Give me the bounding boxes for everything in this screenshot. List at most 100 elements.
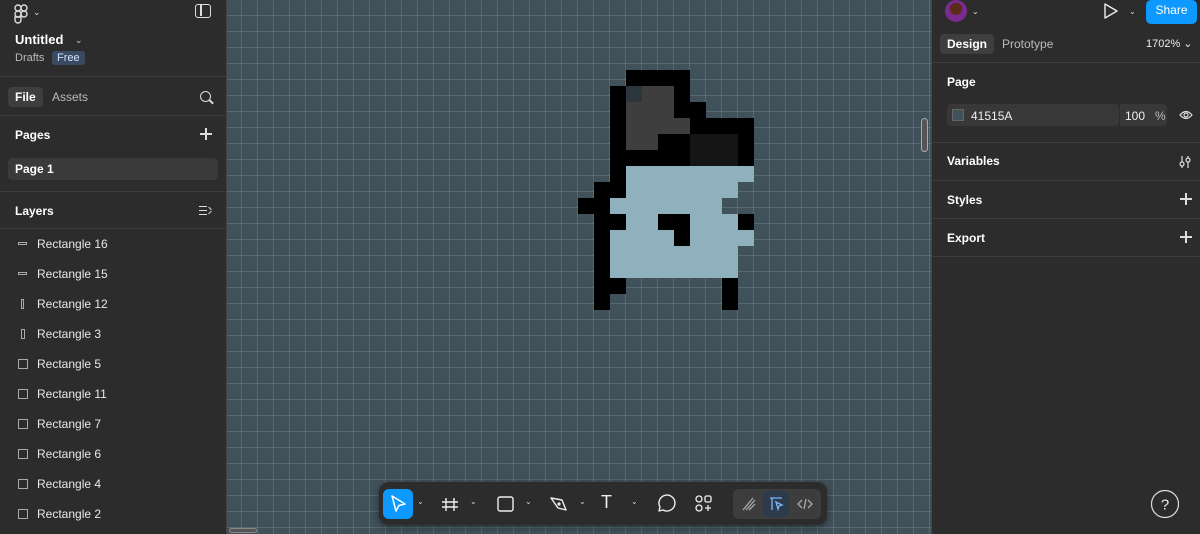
pixel-cell[interactable] xyxy=(642,214,658,230)
tab-assets[interactable]: Assets xyxy=(45,87,95,107)
pixel-cell[interactable] xyxy=(626,134,642,150)
pixel-cell[interactable] xyxy=(626,166,642,182)
pixel-cell[interactable] xyxy=(642,246,658,262)
tab-design[interactable]: Design xyxy=(940,34,995,54)
variables-adjust-icon[interactable] xyxy=(1178,155,1192,169)
pixel-cell[interactable] xyxy=(626,246,642,262)
frame-tool-icon[interactable] xyxy=(437,489,463,519)
pixel-cell[interactable] xyxy=(706,230,722,246)
pixel-cell[interactable] xyxy=(594,262,610,278)
text-tool-chevron-icon[interactable]: ⌄ xyxy=(631,497,638,506)
pixel-cell[interactable] xyxy=(738,230,754,246)
pixel-cell[interactable] xyxy=(690,118,706,134)
pixel-cell[interactable] xyxy=(658,246,674,262)
move-tool-button[interactable] xyxy=(383,489,413,519)
zoom-level[interactable]: 1702% ⌄ xyxy=(1146,37,1193,50)
page-item-page-1[interactable]: Page 1 xyxy=(8,158,218,180)
pixel-art-frame[interactable] xyxy=(227,0,931,534)
pixel-cell[interactable] xyxy=(658,214,674,230)
color-swatch[interactable] xyxy=(952,109,964,121)
pixel-cell[interactable] xyxy=(642,134,658,150)
pixel-cell[interactable] xyxy=(658,262,674,278)
tab-file[interactable]: File xyxy=(8,87,43,107)
pixel-cell[interactable] xyxy=(674,70,690,86)
pixel-cell[interactable] xyxy=(706,246,722,262)
pixel-cell[interactable] xyxy=(722,134,738,150)
pixel-cell[interactable] xyxy=(658,134,674,150)
layer-item[interactable]: Rectangle 4 xyxy=(0,469,227,499)
frame-tool-chevron-icon[interactable]: ⌄ xyxy=(470,497,477,506)
toggle-sidebar-icon[interactable] xyxy=(195,4,211,18)
pixel-cell[interactable] xyxy=(594,214,610,230)
pixel-cell[interactable] xyxy=(626,102,642,118)
pixel-cell[interactable] xyxy=(674,214,690,230)
pixel-cell[interactable] xyxy=(658,150,674,166)
pixel-cell[interactable] xyxy=(610,134,626,150)
pixel-cell[interactable] xyxy=(690,102,706,118)
pixel-cell[interactable] xyxy=(706,214,722,230)
pixel-cell[interactable] xyxy=(594,230,610,246)
pixel-cell[interactable] xyxy=(722,278,738,294)
pixel-cell[interactable] xyxy=(674,182,690,198)
pixel-cell[interactable] xyxy=(626,214,642,230)
layer-item[interactable]: Rectangle 5 xyxy=(0,349,227,379)
pixel-cell[interactable] xyxy=(674,262,690,278)
pixel-cell[interactable] xyxy=(690,134,706,150)
text-tool-icon[interactable]: T xyxy=(601,492,612,512)
pixel-cell[interactable] xyxy=(722,294,738,310)
present-chevron-icon[interactable]: ⌄ xyxy=(1129,7,1136,16)
layer-item[interactable]: Rectangle 11 xyxy=(0,379,227,409)
add-style-plus-icon[interactable] xyxy=(1180,193,1192,205)
pixel-cell[interactable] xyxy=(706,166,722,182)
pixel-cell[interactable] xyxy=(722,262,738,278)
pixel-cell[interactable] xyxy=(626,198,642,214)
shape-tool-chevron-icon[interactable]: ⌄ xyxy=(525,497,532,506)
actions-tool-icon[interactable] xyxy=(691,489,717,519)
avatar-chevron-icon[interactable]: ⌄ xyxy=(972,7,979,16)
search-icon[interactable] xyxy=(200,91,211,102)
present-play-icon[interactable] xyxy=(1102,1,1120,21)
pixel-cell[interactable] xyxy=(578,198,594,214)
pixel-cell[interactable] xyxy=(626,182,642,198)
pixel-cell[interactable] xyxy=(674,230,690,246)
pixel-cell[interactable] xyxy=(690,262,706,278)
pixel-cell[interactable] xyxy=(626,86,642,102)
pixel-cell[interactable] xyxy=(690,214,706,230)
color-hex-value[interactable]: 41515A xyxy=(971,109,1012,123)
pixel-cell[interactable] xyxy=(706,182,722,198)
pixel-cell[interactable] xyxy=(610,150,626,166)
layer-item[interactable]: Rectangle 2 xyxy=(0,499,227,529)
pixel-cell[interactable] xyxy=(690,230,706,246)
pixel-cell[interactable] xyxy=(658,118,674,134)
pixel-cell[interactable] xyxy=(642,198,658,214)
design-mode-button[interactable] xyxy=(763,491,789,517)
move-tool-chevron-icon[interactable]: ⌄ xyxy=(417,497,424,506)
add-page-plus-icon[interactable] xyxy=(200,128,212,140)
pixel-cell[interactable] xyxy=(610,118,626,134)
pixel-cell[interactable] xyxy=(738,214,754,230)
pen-tool-chevron-icon[interactable]: ⌄ xyxy=(579,497,586,506)
pixel-cell[interactable] xyxy=(674,166,690,182)
pixel-cell[interactable] xyxy=(642,150,658,166)
pixel-cell[interactable] xyxy=(658,230,674,246)
pixel-cell[interactable] xyxy=(722,214,738,230)
pixel-cell[interactable] xyxy=(674,102,690,118)
page-color-field[interactable]: 41515A xyxy=(947,104,1119,126)
pixel-cell[interactable] xyxy=(610,246,626,262)
pixel-cell[interactable] xyxy=(738,166,754,182)
pixel-cell[interactable] xyxy=(594,294,610,310)
pixel-cell[interactable] xyxy=(610,262,626,278)
pixel-cell[interactable] xyxy=(722,166,738,182)
pixel-cell[interactable] xyxy=(658,86,674,102)
pixel-cell[interactable] xyxy=(594,246,610,262)
pixel-cell[interactable] xyxy=(642,118,658,134)
pixel-cell[interactable] xyxy=(722,118,738,134)
file-location[interactable]: Drafts xyxy=(15,52,44,64)
file-title[interactable]: Untitled xyxy=(15,32,63,47)
pixel-cell[interactable] xyxy=(658,166,674,182)
pixel-cell[interactable] xyxy=(658,102,674,118)
layer-item[interactable]: Rectangle 6 xyxy=(0,439,227,469)
pixel-cell[interactable] xyxy=(642,230,658,246)
layer-item[interactable]: Rectangle 15 xyxy=(0,259,227,289)
pixel-cell[interactable] xyxy=(658,182,674,198)
